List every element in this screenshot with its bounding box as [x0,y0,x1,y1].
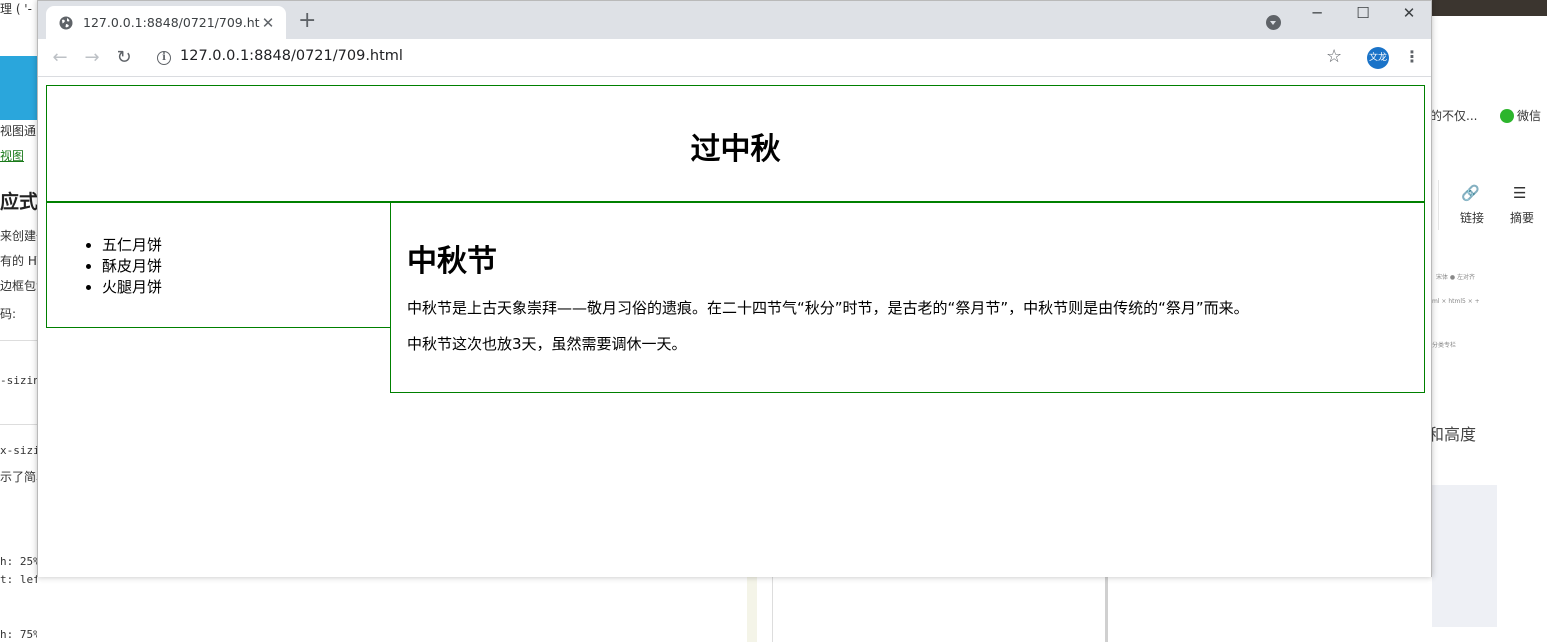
globe-icon [59,16,73,29]
bg-left-text: 码: [0,307,17,321]
avatar[interactable]: 文龙 [1367,47,1389,69]
tab-title: 127.0.0.1:8848/0721/709.html [83,15,260,30]
bg-right-summary-label[interactable]: 摘要 [1510,209,1534,226]
main-article: 中秋节 中秋节是上古天象崇拜——敬月习俗的遗痕。在二十四节气“秋分”时节，是古老… [390,201,1425,393]
bg-bottom-divider [772,577,773,642]
list-item: 火腿月饼 [102,277,390,298]
bg-right-wechat[interactable]: 微信 [1500,107,1541,124]
wechat-icon [1500,109,1514,123]
bg-right-heading: 和高度 [1432,425,1477,444]
bg-right-panel [1432,485,1497,627]
maximize-button[interactable]: ☐ [1340,3,1386,23]
chevron-down-icon[interactable] [1266,15,1281,30]
browser-tab-active[interactable]: 127.0.0.1:8848/0721/709.html ✕ [46,6,286,39]
tab-close-icon[interactable]: ✕ [260,15,276,31]
background-right-window: 详的不仅... 微信 🔗 链接 ☰ 摘要 宋体 ● 左对齐 ml × html5… [1432,0,1547,642]
close-window-button[interactable]: ✕ [1386,3,1432,23]
bg-right-tiny: ml × html5 × + [1432,298,1480,305]
page-header: 过中秋 [46,85,1425,203]
back-button[interactable]: ← [48,46,72,70]
tab-strip: 127.0.0.1:8848/0721/709.html ✕ + ─ ☐ ✕ [38,1,1431,39]
bg-right-strip [1432,0,1547,16]
menu-icon[interactable]: ⋮ [1404,47,1420,67]
address-bar[interactable]: 127.0.0.1:8848/0721/709.html [180,48,403,64]
bg-left-link[interactable]: 视图 [0,147,24,164]
bg-right-text: 详的不仅... [1432,109,1478,123]
bg-left-code: x-sizin [0,444,37,457]
bg-right-divider [1438,180,1439,230]
reload-button[interactable]: ↻ [112,46,136,70]
article-title: 中秋节 [407,244,497,279]
forward-button[interactable]: → [80,46,104,70]
minimize-button[interactable]: ─ [1294,3,1340,23]
bg-right-link-label[interactable]: 链接 [1460,209,1484,226]
browser-toolbar: ← → ↻ i 127.0.0.1:8848/0721/709.html ☆ 文… [38,39,1431,77]
bg-left-divider [0,340,37,341]
bg-left-text: 来创建一 [0,229,37,243]
menu-list: 五仁月饼 酥皮月饼 火腿月饼 [47,235,390,298]
bg-left-text: 示了简单 [0,470,37,484]
star-icon[interactable]: ☆ [1326,46,1342,67]
link-icon: 🔗 [1461,184,1480,202]
bg-left-text: 边框包含 [0,279,37,293]
bg-left-code: -sizin [0,374,37,387]
background-bottom [37,577,1432,642]
bg-left-text: 理 ( '- [0,2,32,16]
background-left-window: 理 ( '- 视图通常 视图 应式 来创建一 有的 HT 边框包含 码: -si… [0,0,37,642]
plus-icon[interactable]: + [298,10,316,32]
browser-window: 127.0.0.1:8848/0721/709.html ✕ + ─ ☐ ✕ ←… [37,0,1432,577]
article-paragraph: 中秋节这次也放3天，虽然需要调休一天。 [407,335,687,353]
bg-right-tiny: 宋体 ● 左对齐 [1436,274,1476,281]
bg-bottom-divider [1105,577,1108,642]
page-viewport: 过中秋 五仁月饼 酥皮月饼 火腿月饼 中秋节 中秋节是上古天象崇拜——敬月习俗的… [38,78,1431,577]
page-title: 过中秋 [690,131,781,167]
summary-icon: ☰ [1513,184,1527,202]
bg-bottom-panel [747,577,757,642]
sidebar-menu: 五仁月饼 酥皮月饼 火腿月饼 [46,201,391,328]
bg-left-text: 视图通常 [0,124,37,138]
list-item: 酥皮月饼 [102,256,390,277]
bg-left-code: t: left; [0,573,37,586]
list-item: 五仁月饼 [102,235,390,256]
bg-left-heading: 应式 [0,191,37,213]
bg-left-code: h: 25% [0,555,37,568]
bg-left-divider [0,424,37,425]
bg-left-text: 有的 HT [0,254,37,268]
bg-right-tiny: 分类专栏 [1432,342,1457,349]
article-paragraph: 中秋节是上古天象崇拜——敬月习俗的遗痕。在二十四节气“秋分”时节，是古老的“祭月… [407,299,1249,317]
bg-left-banner [0,56,37,120]
info-icon[interactable]: i [157,51,171,65]
bg-left-code: h: 75%; [0,628,37,641]
